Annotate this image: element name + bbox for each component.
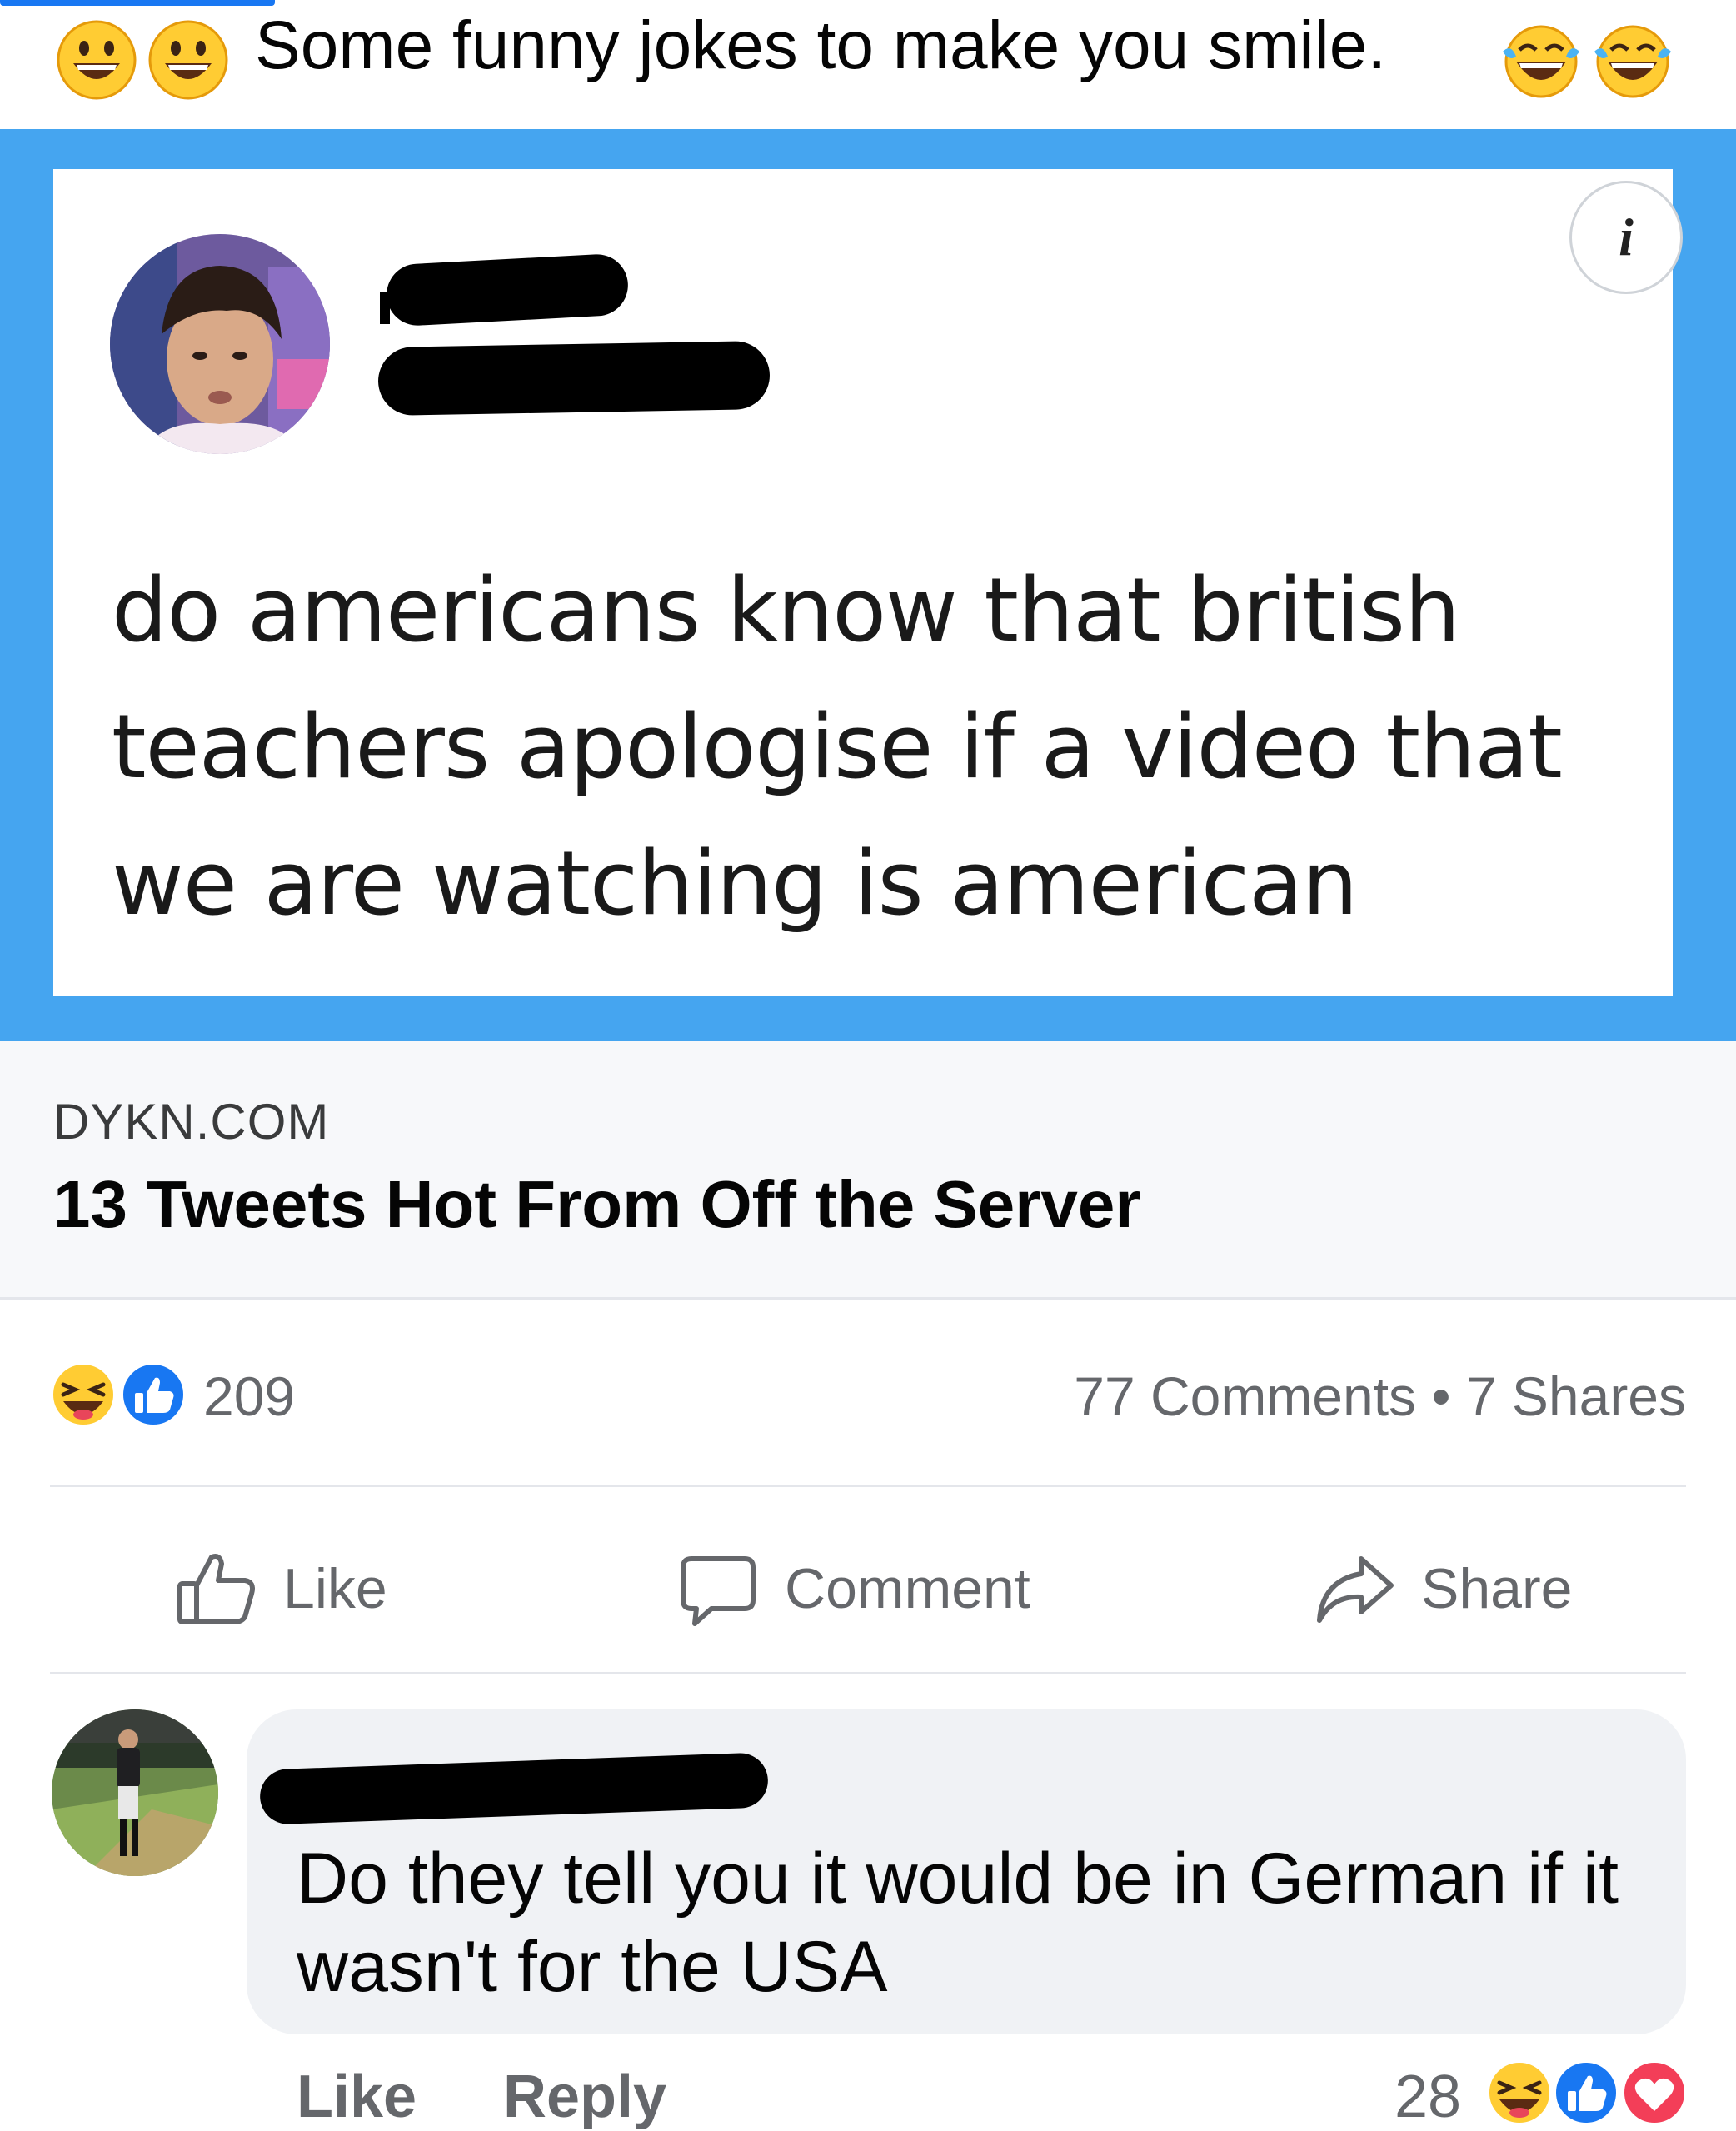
haha-reaction-icon — [1486, 2059, 1553, 2126]
comment: Do they tell you it would be in German i… — [0, 1674, 1736, 2131]
link-domain: DYKN.COM — [53, 1094, 330, 1150]
love-reaction-icon — [1621, 2059, 1688, 2126]
like-reaction-icon — [120, 1361, 187, 1428]
comments-shares-count[interactable]: 77 Comments • 7 Shares — [1074, 1365, 1686, 1428]
tears-of-joy-icon — [1594, 25, 1671, 98]
share-button[interactable]: Share — [1313, 1547, 1572, 1630]
comment-bubble: Do they tell you it would be in German i… — [247, 1709, 1686, 2034]
comment-reaction-icons[interactable] — [1484, 2058, 1691, 2128]
comment-bubble-icon — [681, 1556, 756, 1626]
comment-reaction-count[interactable]: 28 — [1394, 2063, 1461, 2131]
grinning-face-icon — [148, 20, 228, 100]
link-title: 13 Tweets Hot From Off the Server — [53, 1167, 1141, 1241]
tears-of-joy-icon — [1503, 25, 1579, 98]
like-reaction-icon — [1553, 2059, 1619, 2126]
redaction-mark — [385, 252, 630, 327]
post-stats: 209 77 Comments • 7 Shares — [0, 1300, 1736, 1487]
share-arrow-icon — [1317, 1556, 1394, 1623]
share-label: Share — [1421, 1557, 1573, 1620]
caption-emojis-left — [55, 18, 230, 102]
like-label: Like — [283, 1557, 387, 1620]
tweet-text: do americans know that british teachers … — [112, 559, 1563, 935]
comment-reply-button[interactable]: Reply — [503, 2063, 666, 2131]
thumbs-up-icon — [177, 1554, 255, 1624]
comment-label: Comment — [785, 1557, 1030, 1620]
reaction-count[interactable]: 209 — [203, 1365, 295, 1428]
commenter-avatar[interactable] — [52, 1709, 218, 1876]
post-caption-row: Some funny jokes to make you smile. — [0, 0, 1736, 129]
grinning-face-icon — [57, 20, 137, 100]
post-actions: Like Comment Share — [0, 1487, 1736, 1674]
tweet-avatar — [110, 234, 330, 454]
tweet-card: i do americans know that british teacher… — [53, 169, 1683, 996]
redaction-mark — [377, 340, 771, 417]
info-icon[interactable]: i — [1569, 181, 1683, 294]
haha-reaction-icon — [50, 1361, 117, 1428]
link-preview[interactable]: DYKN.COM 13 Tweets Hot From Off the Serv… — [0, 1041, 1736, 1300]
like-button[interactable]: Like — [175, 1547, 387, 1630]
post-caption: Some funny jokes to make you smile. — [255, 7, 1387, 83]
comment-actions: Like Reply 28 — [0, 2034, 1736, 2131]
redaction-mark — [259, 1752, 769, 1825]
comment-text: Do they tell you it would be in German i… — [297, 1839, 1619, 2007]
caption-emojis-right — [1499, 18, 1674, 102]
post-image[interactable]: i do americans know that british teacher… — [0, 129, 1736, 1041]
comment-button[interactable]: Comment — [676, 1547, 1030, 1630]
reaction-icons[interactable] — [48, 1360, 190, 1430]
comment-like-button[interactable]: Like — [297, 2063, 417, 2131]
